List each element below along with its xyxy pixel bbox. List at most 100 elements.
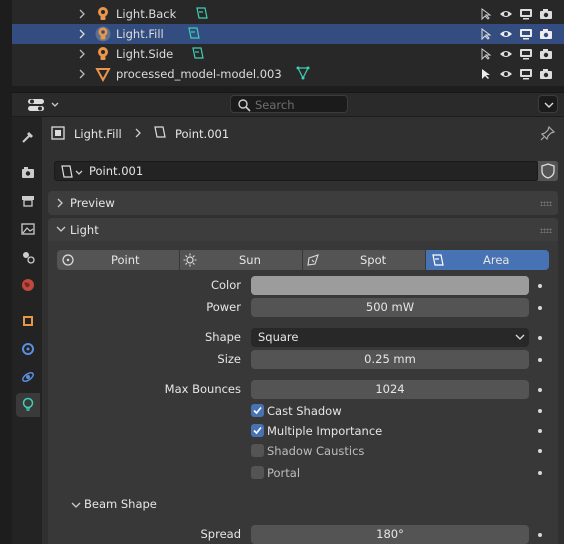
tab-view-layer[interactable] xyxy=(16,217,40,241)
world-icon xyxy=(22,279,34,291)
keyframe-dot[interactable] xyxy=(538,306,542,310)
search-input[interactable]: Search xyxy=(230,95,348,113)
datablock-name: Point.001 xyxy=(89,164,144,178)
light-bulb-icon xyxy=(95,26,111,42)
shadow-caustics-label: Shadow Caustics xyxy=(267,444,365,458)
scene-icon xyxy=(23,252,35,264)
spread-field[interactable]: 180° xyxy=(251,525,529,544)
keyframe-dot[interactable] xyxy=(538,336,542,340)
camera-icon[interactable] xyxy=(539,7,553,21)
multiple-importance-label: Multiple Importance xyxy=(267,424,383,438)
shadow-caustics-checkbox[interactable] xyxy=(251,444,264,457)
pin-icon[interactable] xyxy=(540,125,556,141)
tab-object[interactable] xyxy=(16,309,40,333)
cast-shadow-checkbox[interactable] xyxy=(251,404,264,417)
keyframe-dot[interactable] xyxy=(538,449,542,453)
area-light-icon xyxy=(432,254,444,266)
tool-icon xyxy=(22,132,33,143)
color-label: Color xyxy=(210,278,241,292)
chevron-right-icon[interactable] xyxy=(78,49,86,59)
beam-shape-title[interactable]: Beam Shape xyxy=(84,497,157,511)
drag-handle[interactable] xyxy=(540,228,552,233)
chevron-right-icon[interactable] xyxy=(78,29,86,39)
image-icon xyxy=(21,223,35,235)
color-swatch[interactable] xyxy=(251,276,529,295)
object-icon xyxy=(23,316,33,326)
chevron-right-icon[interactable] xyxy=(78,69,86,79)
light-type-spot[interactable]: Spot xyxy=(303,250,425,270)
shape-dropdown[interactable]: Square xyxy=(251,328,529,347)
camera-icon[interactable] xyxy=(539,27,553,41)
outliner-row-light-fill[interactable]: Light.Fill xyxy=(12,24,564,44)
tab-scene[interactable] xyxy=(16,245,40,269)
max-bounces-field[interactable]: 1024 xyxy=(251,380,529,399)
light-type-point[interactable]: Point xyxy=(57,250,179,270)
portal-label: Portal xyxy=(267,466,301,480)
light-data-icon[interactable] xyxy=(186,26,200,40)
spread-label: Spread xyxy=(200,527,242,541)
tab-world[interactable] xyxy=(16,273,40,297)
light-type-sun[interactable]: Sun xyxy=(180,250,302,270)
power-field[interactable]: 500 mW xyxy=(251,298,529,317)
breadcrumb-object: Light.Fill xyxy=(74,127,122,141)
keyframe-dot[interactable] xyxy=(538,388,542,392)
tab-tool[interactable] xyxy=(16,125,40,149)
tab-output[interactable] xyxy=(16,189,40,213)
size-field[interactable]: 0.25 mm xyxy=(251,350,529,369)
cursor-icon[interactable] xyxy=(479,27,493,41)
size-label: Size xyxy=(217,352,241,366)
drag-handle[interactable] xyxy=(540,201,552,206)
editor-type-button[interactable] xyxy=(24,95,64,115)
fake-user-button[interactable] xyxy=(538,161,558,181)
keyframe-dot[interactable] xyxy=(538,409,542,413)
mesh-data-icon[interactable] xyxy=(296,66,310,80)
spot-light-icon xyxy=(307,254,319,266)
eye-icon[interactable] xyxy=(499,67,513,81)
monitor-icon[interactable] xyxy=(519,27,533,41)
chevron-down-icon[interactable] xyxy=(71,501,81,509)
light-data-icon[interactable] xyxy=(190,46,204,60)
keyframe-dot[interactable] xyxy=(538,358,542,362)
tab-light-data[interactable] xyxy=(16,393,40,417)
checkmark-icon xyxy=(253,426,262,435)
outliner-row-processed-model[interactable]: processed_model-model.003 xyxy=(12,64,564,84)
outliner-row-light-back[interactable]: Light.Back xyxy=(12,4,564,24)
object-icon xyxy=(51,126,65,140)
camera-icon[interactable] xyxy=(539,67,553,81)
monitor-icon[interactable] xyxy=(519,67,533,81)
physics-icon xyxy=(22,372,34,382)
monitor-icon[interactable] xyxy=(519,7,533,21)
chevron-right-icon[interactable] xyxy=(78,9,86,19)
cast-shadow-label: Cast Shadow xyxy=(267,404,342,418)
cursor-icon[interactable] xyxy=(479,67,493,81)
portal-checkbox[interactable] xyxy=(251,466,264,479)
eye-icon[interactable] xyxy=(499,47,513,61)
max-bounces-label: Max Bounces xyxy=(164,382,241,396)
power-label: Power xyxy=(206,300,241,314)
breadcrumb-data: Point.001 xyxy=(175,127,230,141)
panel-light-header[interactable]: Light xyxy=(48,218,558,242)
eye-icon[interactable] xyxy=(499,27,513,41)
light-data-icon[interactable] xyxy=(194,6,208,20)
camera-icon[interactable] xyxy=(539,47,553,61)
chevron-down-icon xyxy=(515,334,525,340)
outliner: Light.Back Light.Fill Light.Side process… xyxy=(0,0,564,88)
keyframe-dot[interactable] xyxy=(538,429,542,433)
keyframe-dot[interactable] xyxy=(538,471,542,475)
keyframe-dot[interactable] xyxy=(538,284,542,288)
datablock-field[interactable]: Point.001 xyxy=(54,161,538,181)
cursor-icon[interactable] xyxy=(479,47,493,61)
eye-icon[interactable] xyxy=(499,7,513,21)
tab-physics[interactable] xyxy=(16,365,40,389)
options-dropdown[interactable] xyxy=(538,95,558,113)
panel-preview-header[interactable]: Preview xyxy=(48,191,558,215)
cursor-icon[interactable] xyxy=(479,7,493,21)
outliner-row-light-side[interactable]: Light.Side xyxy=(12,44,564,64)
tab-render[interactable] xyxy=(16,161,40,185)
light-type-area[interactable]: Area xyxy=(426,250,549,270)
monitor-icon[interactable] xyxy=(519,47,533,61)
tab-modifiers[interactable] xyxy=(16,337,40,361)
keyframe-dot[interactable] xyxy=(538,533,542,537)
multiple-importance-checkbox[interactable] xyxy=(251,424,264,437)
properties-header: Search xyxy=(12,92,564,116)
